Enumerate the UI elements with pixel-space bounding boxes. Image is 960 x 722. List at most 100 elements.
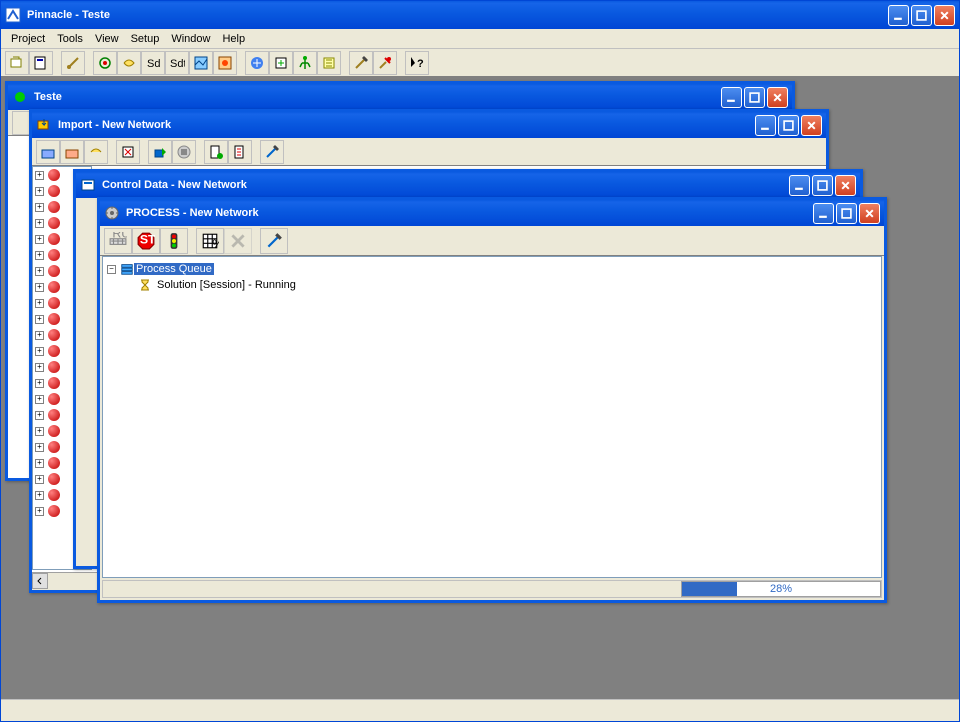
control-close[interactable] <box>835 175 856 196</box>
control-titlebar[interactable]: Control Data - New Network <box>76 172 860 198</box>
process-toolbar: RUN STOP % <box>100 226 884 256</box>
import-titlebar[interactable]: Import - New Network <box>32 112 826 138</box>
toolbar-btn-4[interactable] <box>93 51 117 75</box>
expand-icon[interactable]: + <box>35 395 44 404</box>
toolbar-btn-8[interactable] <box>189 51 213 75</box>
control-minimize[interactable] <box>789 175 810 196</box>
control-maximize[interactable] <box>812 175 833 196</box>
import-tool-1[interactable] <box>36 140 60 164</box>
expand-icon[interactable]: + <box>35 443 44 452</box>
expand-icon[interactable]: + <box>35 363 44 372</box>
toolbar-btn-14[interactable] <box>349 51 373 75</box>
process-run-button[interactable]: RUN <box>104 228 132 254</box>
process-wrench-button[interactable] <box>260 228 288 254</box>
menu-project[interactable]: Project <box>5 31 51 47</box>
app-title-controls <box>888 5 955 26</box>
expand-icon[interactable]: + <box>35 267 44 276</box>
import-close[interactable] <box>801 115 822 136</box>
expand-icon[interactable]: + <box>35 331 44 340</box>
status-dot-icon <box>48 425 60 437</box>
menu-setup[interactable]: Setup <box>125 31 166 47</box>
expand-icon[interactable]: + <box>35 411 44 420</box>
toolbar-btn-12[interactable] <box>293 51 317 75</box>
expand-icon[interactable]: + <box>35 171 44 180</box>
expand-icon[interactable]: + <box>35 315 44 324</box>
expand-icon[interactable]: + <box>35 491 44 500</box>
mdi-client: Teste Import - New Network <box>1 77 959 699</box>
menubar: Project Tools View Setup Window Help <box>1 29 959 49</box>
import-tool-3[interactable] <box>84 140 108 164</box>
toolbar-btn-2[interactable] <box>29 51 53 75</box>
import-tool-2[interactable] <box>60 140 84 164</box>
menu-help[interactable]: Help <box>216 31 251 47</box>
expand-icon[interactable]: + <box>35 235 44 244</box>
toolbar-btn-15[interactable] <box>373 51 397 75</box>
process-maximize[interactable] <box>836 203 857 224</box>
tree-child-row[interactable]: Solution [Session] - Running <box>107 277 877 293</box>
process-titlebar[interactable]: PROCESS - New Network <box>100 200 884 226</box>
import-toolbar <box>32 138 826 166</box>
import-tool-5[interactable] <box>148 140 172 164</box>
menu-tools[interactable]: Tools <box>51 31 89 47</box>
minimize-button[interactable] <box>888 5 909 26</box>
process-tree-area: − Process Queue Solution [Session] - Run… <box>102 256 882 578</box>
toolbar-btn-9[interactable] <box>213 51 237 75</box>
menu-window[interactable]: Window <box>165 31 216 47</box>
status-dot-icon <box>48 281 60 293</box>
menu-view[interactable]: View <box>89 31 125 47</box>
expand-icon[interactable]: + <box>35 347 44 356</box>
expand-icon[interactable]: + <box>35 283 44 292</box>
import-maximize[interactable] <box>778 115 799 136</box>
teste-titlebar[interactable]: Teste <box>8 84 792 110</box>
toolbar-btn-10[interactable] <box>245 51 269 75</box>
import-title: Import - New Network <box>58 119 171 131</box>
toolbar-btn-11[interactable] <box>269 51 293 75</box>
window-process: PROCESS - New Network RUN STOP % <box>97 197 887 603</box>
expand-icon[interactable]: + <box>35 475 44 484</box>
expand-icon[interactable]: + <box>35 203 44 212</box>
process-signal-button[interactable] <box>160 228 188 254</box>
process-title: PROCESS - New Network <box>126 207 259 219</box>
scroll-left[interactable] <box>32 573 48 589</box>
expand-icon[interactable]: + <box>35 507 44 516</box>
teste-maximize[interactable] <box>744 87 765 108</box>
tree-root-row[interactable]: − Process Queue <box>107 261 877 277</box>
import-tool-4[interactable] <box>116 140 140 164</box>
toolbar-btn-help[interactable]: ? <box>405 51 429 75</box>
status-dot-icon <box>48 233 60 245</box>
expand-icon[interactable]: + <box>35 459 44 468</box>
toolbar-btn-7[interactable]: Sdt <box>165 51 189 75</box>
toolbar-btn-5[interactable] <box>117 51 141 75</box>
status-dot-icon <box>48 297 60 309</box>
teste-title: Teste <box>34 91 62 103</box>
close-button[interactable] <box>934 5 955 26</box>
import-tool-6[interactable] <box>172 140 196 164</box>
expand-icon[interactable]: + <box>35 299 44 308</box>
process-stop-button[interactable]: STOP <box>132 228 160 254</box>
status-dot-icon <box>48 329 60 341</box>
toolbar-btn-3[interactable] <box>61 51 85 75</box>
process-close[interactable] <box>859 203 880 224</box>
queue-icon <box>120 262 134 276</box>
import-tool-9[interactable] <box>260 140 284 164</box>
teste-close[interactable] <box>767 87 788 108</box>
expand-icon[interactable]: + <box>35 251 44 260</box>
toolbar-btn-13[interactable] <box>317 51 341 75</box>
maximize-button[interactable] <box>911 5 932 26</box>
toolbar-btn-6[interactable]: Sd <box>141 51 165 75</box>
import-minimize[interactable] <box>755 115 776 136</box>
expand-icon[interactable]: + <box>35 219 44 228</box>
expand-icon[interactable]: − <box>107 265 116 274</box>
expand-icon[interactable]: + <box>35 427 44 436</box>
process-delete-button[interactable] <box>224 228 252 254</box>
toolbar-btn-1[interactable] <box>5 51 29 75</box>
process-grid-button[interactable]: % <box>196 228 224 254</box>
import-tool-8[interactable] <box>228 140 252 164</box>
hourglass-icon <box>139 279 151 291</box>
process-minimize[interactable] <box>813 203 834 224</box>
teste-minimize[interactable] <box>721 87 742 108</box>
expand-icon[interactable]: + <box>35 379 44 388</box>
expand-icon[interactable]: + <box>35 187 44 196</box>
import-tool-7[interactable] <box>204 140 228 164</box>
status-dot-icon <box>48 489 60 501</box>
